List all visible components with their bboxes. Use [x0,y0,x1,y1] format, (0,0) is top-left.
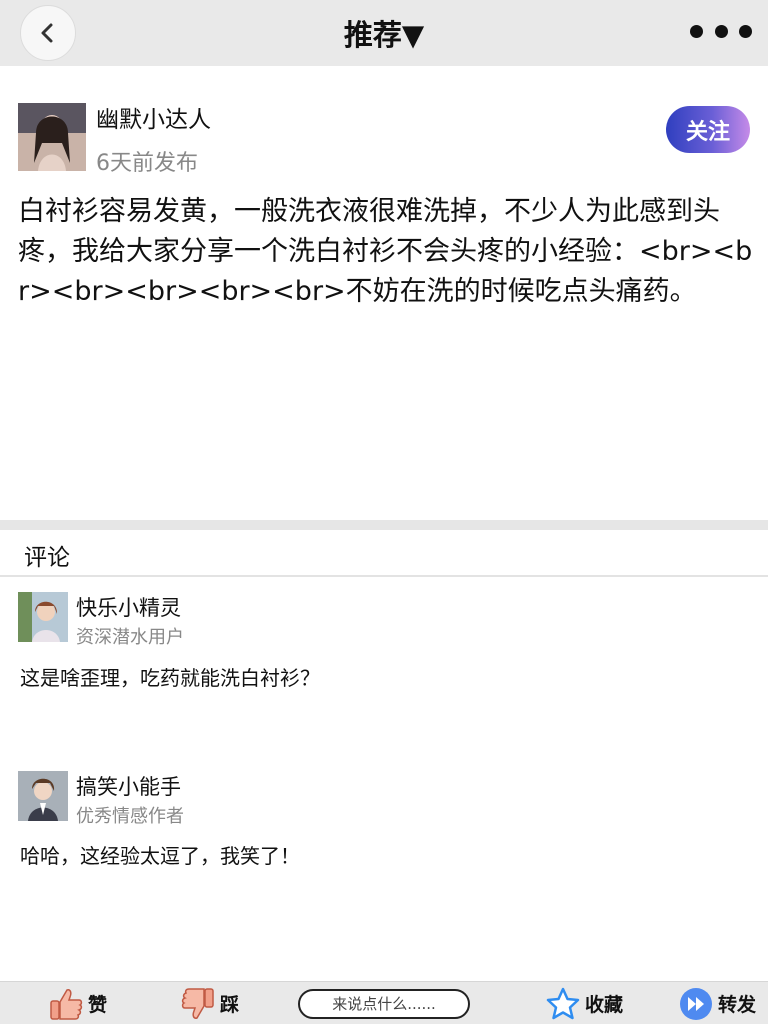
dislike-button[interactable]: 踩 [180,982,239,1024]
author-avatar-image [18,103,86,171]
comment-author-role: 优秀情感作者 [76,806,184,827]
comment-avatar-image [18,771,68,821]
comment-avatar-image [18,592,68,642]
thumbs-up-icon [50,988,83,1020]
post-time: 6天前发布 [96,151,198,176]
share-label: 转发 [718,994,757,1016]
more-options-button[interactable] [690,20,752,42]
thumbs-down-icon [181,987,214,1019]
more-dots-icon [690,24,703,38]
post-content: 白衬衫容易发黄，一般洗衣液很难洗掉，不少人为此感到头疼，我给大家分享一个洗白衬衫… [18,196,753,307]
comment-text: 这是啥歪理，吃药就能洗白衬衫？ [20,666,320,690]
share-forward-icon [680,987,712,1020]
comment-input[interactable]: 来说点什么...... [298,989,470,1019]
like-label: 赞 [88,994,108,1016]
author-name[interactable]: 幽默小达人 [96,100,211,134]
dislike-label: 踩 [220,994,240,1016]
share-button[interactable]: 转发 [678,982,756,1024]
favorite-label: 收藏 [585,994,624,1016]
comment-author-role: 资深潜水用户 [76,627,184,648]
divider-line [0,575,768,577]
section-divider [0,520,768,530]
comment-author-name[interactable]: 快乐小精灵 [76,592,181,622]
author-avatar[interactable] [18,103,86,171]
comment-avatar[interactable] [18,592,68,642]
comment-text: 哈哈，这经验太逗了，我笑了！ [20,844,300,868]
star-icon [546,987,580,1019]
bottom-action-bar: 赞 踩 来说点什么...... 收藏 转发 [0,981,768,1024]
follow-button[interactable]: 关注 [666,106,750,153]
comment-avatar[interactable] [18,771,68,821]
comments-title: 评论 [24,545,70,571]
top-bar: 推荐▼ [0,0,768,66]
favorite-button[interactable]: 收藏 [545,982,623,1024]
like-button[interactable]: 赞 [48,982,107,1024]
more-dot [714,24,728,38]
comment-author-name[interactable]: 搞笑小能手 [76,771,181,801]
feed-selector[interactable]: 推荐▼ [0,12,768,54]
more-dot [739,24,752,38]
